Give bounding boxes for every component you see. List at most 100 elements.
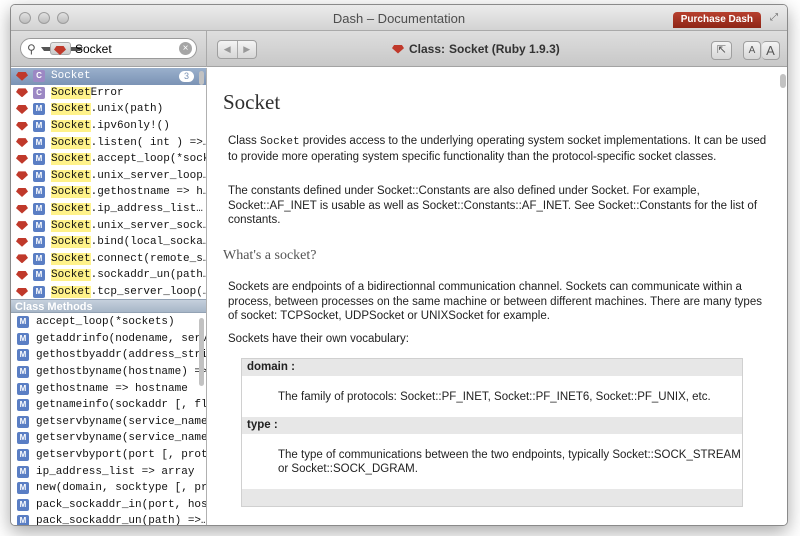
ruby-icon (15, 253, 29, 264)
method-label: getservbyname(service_name… (36, 432, 206, 445)
result-item[interactable]: M Socket .ip_address_list… (11, 201, 206, 218)
ruby-icon (391, 44, 405, 55)
result-label-rest: .unix_server_sock… (90, 219, 206, 232)
result-item[interactable]: M Socket .listen( int ) =>… (11, 134, 206, 151)
result-item[interactable]: C Socket 3 (11, 68, 206, 85)
back-button[interactable]: ◀ (218, 41, 238, 58)
method-label: pack_sockaddr_in(port, hos… (36, 498, 206, 511)
result-item[interactable]: C Socket Error (11, 85, 206, 102)
method-item[interactable]: Mpack_sockaddr_un(path) =>… (11, 513, 206, 526)
method-label: ip_address_list => array (36, 465, 195, 478)
methods-scrollbar[interactable] (199, 318, 204, 386)
title-bar: Dash – Documentation Purchase Dash ⤢ (11, 5, 787, 31)
result-item[interactable]: M Socket .bind(local_socka… (11, 234, 206, 251)
clear-search-icon[interactable]: × (179, 42, 192, 55)
main-scrollbar[interactable] (780, 74, 786, 88)
method-item[interactable]: Maccept_loop(*sockets) (11, 314, 206, 331)
definition-term: domain : (242, 359, 742, 376)
method-item[interactable]: Mgethostbyaddr(address_stri… (11, 347, 206, 364)
purchase-dash-button[interactable]: Purchase Dash (672, 12, 761, 28)
method-item[interactable]: Mnew(domain, socktype [, pr… (11, 480, 206, 497)
history-nav: ◀ ▶ (217, 40, 257, 59)
font-larger-button[interactable]: A (762, 41, 780, 60)
search-field[interactable]: ⚲ × (20, 38, 197, 59)
method-label: getaddrinfo(nodename, serv… (36, 332, 206, 345)
result-label-rest: .ip_address_list… (90, 203, 203, 216)
result-item[interactable]: M Socket .ipv6only!() (11, 118, 206, 135)
method-item[interactable]: Mgetnameinfo(sockaddr [, fl… (11, 397, 206, 414)
class-icon: C (33, 70, 45, 83)
method-label: accept_loop(*sockets) (36, 316, 175, 329)
window-title: Dash – Documentation (332, 11, 466, 26)
match-highlight: Socket (51, 186, 91, 199)
method-label: pack_sockaddr_un(path) =>… (36, 515, 206, 526)
fullscreen-icon[interactable]: ⤢ (770, 12, 781, 23)
doc-title: Class: Socket (Ruby 1.9.3) (391, 42, 560, 56)
match-highlight: Socket (51, 219, 91, 232)
font-smaller-button[interactable]: A (743, 41, 761, 60)
match-highlight: Socket (51, 269, 91, 282)
result-item[interactable]: M Socket .tcp_server_loop(… (11, 284, 206, 299)
result-item[interactable]: M Socket .gethostname => h… (11, 184, 206, 201)
result-label-rest: .accept_loop(*sock… (90, 153, 206, 166)
doc-title-name: Socket (Ruby 1.9.3) (449, 42, 560, 56)
method-label: getnameinfo(sockaddr [, fl… (36, 399, 206, 412)
result-item[interactable]: M Socket .unix_server_sock… (11, 217, 206, 234)
method-icon: M (33, 153, 45, 166)
open-in-browser-button[interactable]: ⇱ (711, 41, 732, 60)
result-label-rest: .listen( int ) =>… (90, 136, 206, 149)
result-item[interactable]: M Socket .unix(path) (11, 101, 206, 118)
method-label: getservbyname(service_name… (36, 415, 206, 428)
match-highlight: Socket (51, 252, 91, 265)
results-scrollbar[interactable] (199, 71, 204, 85)
method-item[interactable]: Mgethostbyname(hostname) =>… (11, 364, 206, 381)
method-label: gethostbyname(hostname) =>… (36, 366, 206, 379)
method-icon: M (33, 136, 45, 149)
method-icon: M (17, 366, 29, 379)
class-methods-header: Class Methods (11, 299, 206, 313)
search-input[interactable] (75, 41, 187, 56)
method-icon: M (17, 332, 29, 345)
definition-term-partial (242, 488, 742, 506)
doc-title-prefix: Class: (409, 42, 446, 56)
forward-button[interactable]: ▶ (238, 41, 257, 58)
ruby-icon (15, 154, 29, 165)
method-item[interactable]: Mgetaddrinfo(nodename, serv… (11, 331, 206, 348)
result-item[interactable]: M Socket .connect(remote_s… (11, 251, 206, 268)
docset-filter-button[interactable] (50, 42, 71, 55)
match-highlight: Socket (51, 169, 91, 182)
method-icon: M (17, 515, 29, 525)
method-item[interactable]: Mpack_sockaddr_in(port, hos… (11, 497, 206, 514)
method-item[interactable]: Mgetservbyname(service_name… (11, 430, 206, 447)
section-heading: What's a socket? (223, 248, 317, 263)
result-item[interactable]: M Socket .sockaddr_un(path… (11, 267, 206, 284)
method-item[interactable]: Mgetservbyport(port [, prot… (11, 447, 206, 464)
ruby-icon (15, 121, 29, 132)
method-icon: M (33, 169, 45, 182)
match-highlight: Socket (51, 86, 91, 99)
method-icon: M (33, 269, 45, 282)
ruby-icon (15, 87, 29, 98)
count-badge: 3 (178, 70, 194, 82)
result-item[interactable]: M Socket .accept_loop(*sock… (11, 151, 206, 168)
sockets-paragraph: Sockets are endpoints of a bidirectionna… (228, 281, 762, 322)
ruby-icon (15, 220, 29, 231)
method-label: gethostbyaddr(address_stri… (36, 349, 206, 362)
toolbar: ⚲ × ◀ ▶ Class: Socket (Ruby 1.9.3) ⇱ A A (11, 31, 787, 67)
result-item[interactable]: M Socket .unix_server_loop… (11, 168, 206, 185)
result-label-rest: Error (90, 86, 124, 99)
definition-list: domain : The family of protocols: Socket… (241, 358, 743, 507)
result-label-rest: .tcp_server_loop(… (90, 286, 206, 299)
documentation-view: Socket Class Socket provides access to t… (208, 68, 787, 525)
ruby-icon (15, 137, 29, 148)
method-icon: M (33, 236, 45, 249)
method-item[interactable]: Mip_address_list => array (11, 463, 206, 480)
intro-code: Socket (259, 136, 300, 148)
method-icon: M (17, 465, 29, 478)
definition-term: type : (242, 416, 742, 434)
ruby-icon (15, 287, 29, 298)
method-item[interactable]: Mgetservbyname(service_name… (11, 414, 206, 431)
definition-desc: The type of communications between the t… (278, 448, 741, 476)
method-item[interactable]: Mgethostname => hostname (11, 380, 206, 397)
match-highlight: Socket (51, 70, 91, 83)
